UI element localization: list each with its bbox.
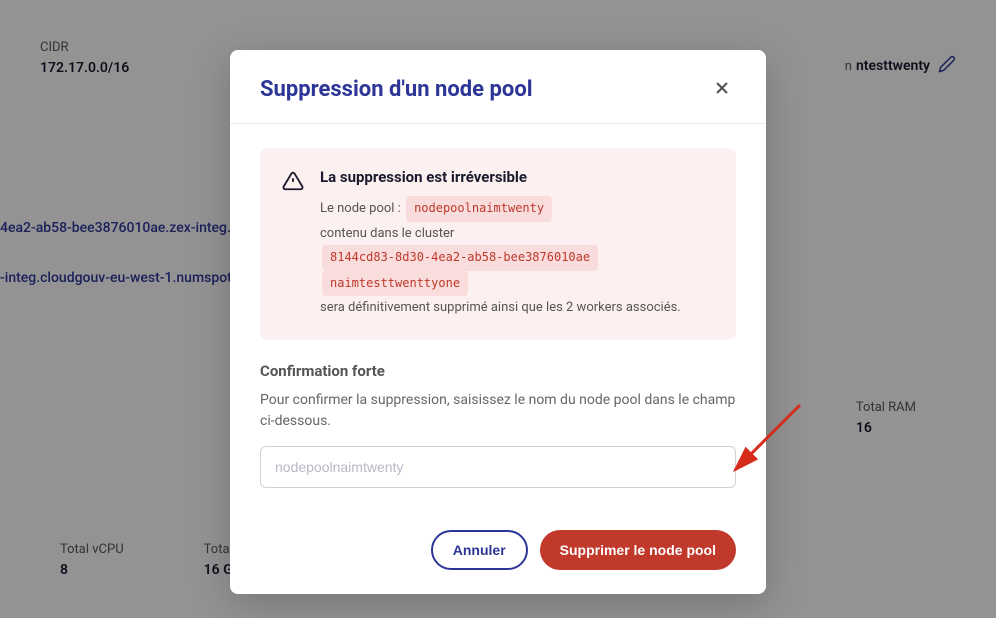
confirm-input[interactable] bbox=[260, 446, 736, 488]
cluster-id-chip: 8144cd83-8d30-4ea2-ab58-bee3876010ae bbox=[322, 245, 598, 271]
warning-prefix: Le node pool : bbox=[320, 201, 401, 216]
delete-nodepool-modal: Suppression d'un node pool bbox=[230, 50, 766, 594]
warning-text: Le node pool : nodepoolnaimtwenty conten… bbox=[320, 196, 714, 320]
nodepool-name-chip: nodepoolnaimtwenty bbox=[406, 196, 552, 222]
modal-title: Suppression d'un node pool bbox=[260, 77, 533, 102]
warning-title: La suppression est irréversible bbox=[320, 168, 714, 186]
delete-button[interactable]: Supprimer le node pool bbox=[540, 530, 736, 570]
warning-line3: sera définitivement supprimé ainsi que l… bbox=[320, 300, 681, 315]
confirm-instruction-text: Pour confirmer la suppression, saisissez… bbox=[260, 390, 736, 432]
confirm-section-title: Confirmation forte bbox=[260, 362, 736, 380]
close-button[interactable] bbox=[708, 74, 736, 105]
modal-body: La suppression est irréversible Le node … bbox=[230, 124, 766, 512]
warning-box: La suppression est irréversible Le node … bbox=[260, 148, 736, 340]
cancel-button[interactable]: Annuler bbox=[431, 530, 528, 570]
warning-icon bbox=[282, 170, 304, 320]
modal-header: Suppression d'un node pool bbox=[230, 50, 766, 124]
close-icon bbox=[712, 86, 732, 101]
modal-footer: Annuler Supprimer le node pool bbox=[230, 512, 766, 594]
modal-overlay: Suppression d'un node pool bbox=[0, 0, 996, 618]
cluster-name-chip: naimtesttwenttyone bbox=[322, 271, 468, 297]
warning-line2: contenu dans le cluster bbox=[320, 226, 454, 241]
